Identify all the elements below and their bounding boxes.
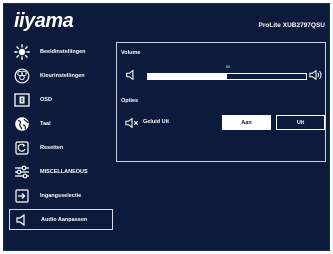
volume-slider[interactable] — [147, 73, 307, 80]
mute-off-button[interactable]: Uit — [276, 115, 325, 130]
sidebar-item-ingangsselectie[interactable]: Ingangsselectie — [9, 185, 113, 206]
osd-window: iiyama ProLite XUB2797QSU Beeldinstellin… — [3, 3, 330, 251]
sidebar-item-label: Taal — [40, 120, 51, 127]
mute-label: Geluid Uit — [143, 119, 169, 125]
sidebar-item-taal[interactable]: Taal — [9, 113, 113, 134]
sidebar-item-label: Resetten — [40, 144, 64, 151]
sidebar-item-osd[interactable]: OSD — [9, 89, 113, 110]
sidebar-item-label: Beeldinstellingen — [40, 48, 86, 55]
sidebar-item-beeldinstellingen[interactable]: Beeldinstellingen — [9, 41, 113, 62]
sidebar-item-kleurinstellingen[interactable]: Kleurinstellingen — [9, 65, 113, 86]
volume-up-icon[interactable] — [309, 68, 323, 87]
audio-settings-panel: Volume 50 Opties Geluid Uit Aan Uit — [116, 42, 326, 162]
input-icon — [12, 186, 32, 206]
globe-icon — [12, 114, 32, 134]
sidebar-item-label: Kleurinstellingen — [40, 72, 85, 79]
sidebar-item-audio-aanpassen[interactable]: Audio Aanpassen — [9, 209, 113, 230]
model-name: ProLite XUB2797QSU — [258, 22, 325, 29]
volume-value: 50 — [226, 65, 230, 69]
brand-logo: iiyama — [14, 10, 74, 32]
reset-icon — [12, 138, 32, 158]
mute-icon — [125, 116, 139, 135]
sidebar-item-label: OSD — [40, 96, 52, 103]
speaker-icon — [13, 210, 33, 230]
sidebar-item-miscellaneous[interactable]: MISCELLANEOUS — [9, 161, 113, 182]
sidebar-item-resetten[interactable]: Resetten — [9, 137, 113, 158]
osd-icon — [12, 90, 32, 110]
brightness-icon — [12, 42, 32, 62]
sidebar-item-label: Audio Aanpassen — [41, 216, 88, 223]
mute-on-button[interactable]: Aan — [222, 115, 271, 130]
sliders-icon — [12, 162, 32, 182]
volume-down-icon[interactable] — [125, 68, 139, 87]
volume-slider-fill — [148, 74, 227, 79]
sidebar-item-label: MISCELLANEOUS — [40, 168, 88, 175]
color-palette-icon — [12, 66, 32, 86]
mute-row: Geluid Uit Aan Uit — [123, 115, 325, 131]
sidebar: Beeldinstellingen Kleurinstellingen OSD … — [9, 41, 113, 233]
sidebar-item-label: Ingangsselectie — [40, 192, 82, 199]
volume-row: 50 — [123, 65, 323, 87]
options-heading: Opties — [121, 98, 139, 104]
volume-heading: Volume — [121, 50, 141, 56]
